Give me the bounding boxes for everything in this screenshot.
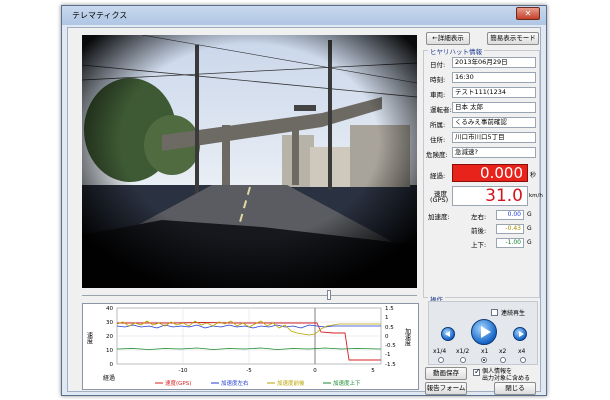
title-bar[interactable]: テレマティクス ✕ <box>62 6 546 25</box>
speed-radio-half[interactable] <box>460 357 466 363</box>
right-tick: 1 <box>385 315 389 321</box>
speed-radio-1x[interactable] <box>481 357 487 363</box>
play-icon <box>481 326 491 338</box>
speed-option-label: x1 <box>481 348 489 355</box>
speed-unit: km/h <box>529 193 543 199</box>
accel-ud-value: -1.00 <box>496 238 524 248</box>
speed-label-gps: (GPS) <box>430 196 449 204</box>
vehicle-field: テスト111(1234 <box>452 87 536 98</box>
x-axis-label: 経過 <box>103 374 115 382</box>
prev-icon <box>445 331 450 337</box>
right-tick: -1 <box>385 352 390 358</box>
risk-label: 危険度: <box>426 151 448 159</box>
accel-lr-label: 左右: <box>471 213 487 221</box>
next-button[interactable] <box>513 327 527 341</box>
time-label: 時刻: <box>430 76 446 84</box>
accel-fb-value: -0.43 <box>496 224 524 234</box>
loop-play-checkbox[interactable] <box>491 309 498 316</box>
elapsed-unit: 秒 <box>530 172 537 179</box>
affiliation-label: 所属: <box>430 121 446 129</box>
left-tick: 30 <box>106 320 113 326</box>
window-title: テレマティクス <box>72 11 128 20</box>
seek-bar[interactable] <box>82 290 417 300</box>
risk-field: 急減速? <box>452 147 536 158</box>
detail-view-button[interactable]: ←詳細表示 <box>426 32 470 45</box>
driver-field: 日本 太郎 <box>452 102 536 113</box>
date-label: 日付: <box>430 61 446 69</box>
y-axis-label-right: 加速度 <box>404 327 411 347</box>
seek-thumb[interactable] <box>327 290 331 300</box>
playback-controls: 連続再生 x1/4 x1/2 x1 x2 x4 <box>428 301 538 365</box>
legend-speed: 速度(GPS) <box>165 379 191 387</box>
speed-radio-quarter[interactable] <box>438 357 444 363</box>
hiyari-group-label: ヒヤリハット情報 <box>428 46 484 56</box>
legend-accel-ud: 加速度上下 <box>333 379 361 387</box>
include-personal-info-checkbox[interactable] <box>473 367 481 376</box>
legend-accel-lr: 加速度左右 <box>221 379 249 387</box>
elapsed-label: 経過: <box>430 172 446 180</box>
x-tick: 5 <box>371 368 375 374</box>
accel-fb-unit: G <box>527 225 532 232</box>
right-tick: 0 <box>385 334 389 340</box>
speed-option-label: x2 <box>499 348 507 355</box>
time-field: 16:30 <box>452 72 536 83</box>
address-label: 住所: <box>430 136 446 144</box>
drive-recorder-video <box>82 35 417 288</box>
play-button[interactable] <box>471 319 497 345</box>
right-tick: 0.5 <box>385 325 394 331</box>
accel-lr-unit: G <box>527 211 532 218</box>
window-close-button[interactable]: ✕ <box>516 7 540 20</box>
x-tick: -5 <box>246 368 252 374</box>
right-tick: -1.5 <box>385 362 396 368</box>
accel-fb-label: 前後: <box>471 227 487 235</box>
address-field: 川口市川口5丁目 <box>452 132 536 143</box>
left-tick: 40 <box>106 306 113 312</box>
speed-option-label: x1/2 <box>456 348 470 355</box>
simple-mode-button[interactable]: 簡易表示モード <box>487 32 539 45</box>
close-button[interactable]: 閉じる <box>494 382 536 395</box>
loop-play-label: 連続再生 <box>501 310 526 317</box>
x-tick: 0 <box>313 368 317 374</box>
elapsed-value: 0.000 <box>452 164 528 182</box>
date-field: 2013年06月29日 <box>452 57 536 68</box>
speed-option-label: x4 <box>518 348 526 355</box>
save-video-button[interactable]: 動画保存 <box>425 367 467 380</box>
accel-ud-unit: G <box>527 239 532 246</box>
speed-radio-4x[interactable] <box>520 357 526 363</box>
legend-accel-fb: 加速度前後 <box>277 379 305 387</box>
y-axis-label-left: 速度 <box>86 332 93 345</box>
left-tick: 10 <box>106 348 113 354</box>
telemetry-graph: 40 30 20 10 0 1.5 1 0.5 0 -0.5 -1 -1.5 -… <box>82 303 419 390</box>
include-personal-info-label-2: 出力対象に含める <box>482 375 531 382</box>
speed-option-label: x1/4 <box>433 348 447 355</box>
client-area: 40 30 20 10 0 1.5 1 0.5 0 -0.5 -1 -1.5 -… <box>67 27 543 395</box>
right-tick: -0.5 <box>385 343 396 349</box>
speed-radio-2x[interactable] <box>500 357 506 363</box>
telematics-window: テレマティクス ✕ 40 30 20 10 0 1.5 1 0.5 0 -0.5… <box>61 5 547 396</box>
report-form-button[interactable]: 報告フォーム <box>425 382 467 395</box>
accel-label: 加速度: <box>428 213 450 221</box>
affiliation-field: くるみえ事前確認 <box>452 117 536 128</box>
speed-value: 31.0 <box>452 186 528 206</box>
prev-button[interactable] <box>441 327 455 341</box>
x-tick: -10 <box>179 368 188 374</box>
left-tick: 0 <box>110 362 114 368</box>
accel-ud-label: 上下: <box>471 241 487 249</box>
accel-lr-value: 0.00 <box>496 210 524 220</box>
vehicle-label: 車両: <box>430 91 446 99</box>
next-icon <box>519 331 524 337</box>
seek-track <box>82 295 417 296</box>
right-tick: 1.5 <box>385 306 394 312</box>
left-tick: 20 <box>106 334 113 340</box>
driver-label: 運転者: <box>430 106 452 114</box>
